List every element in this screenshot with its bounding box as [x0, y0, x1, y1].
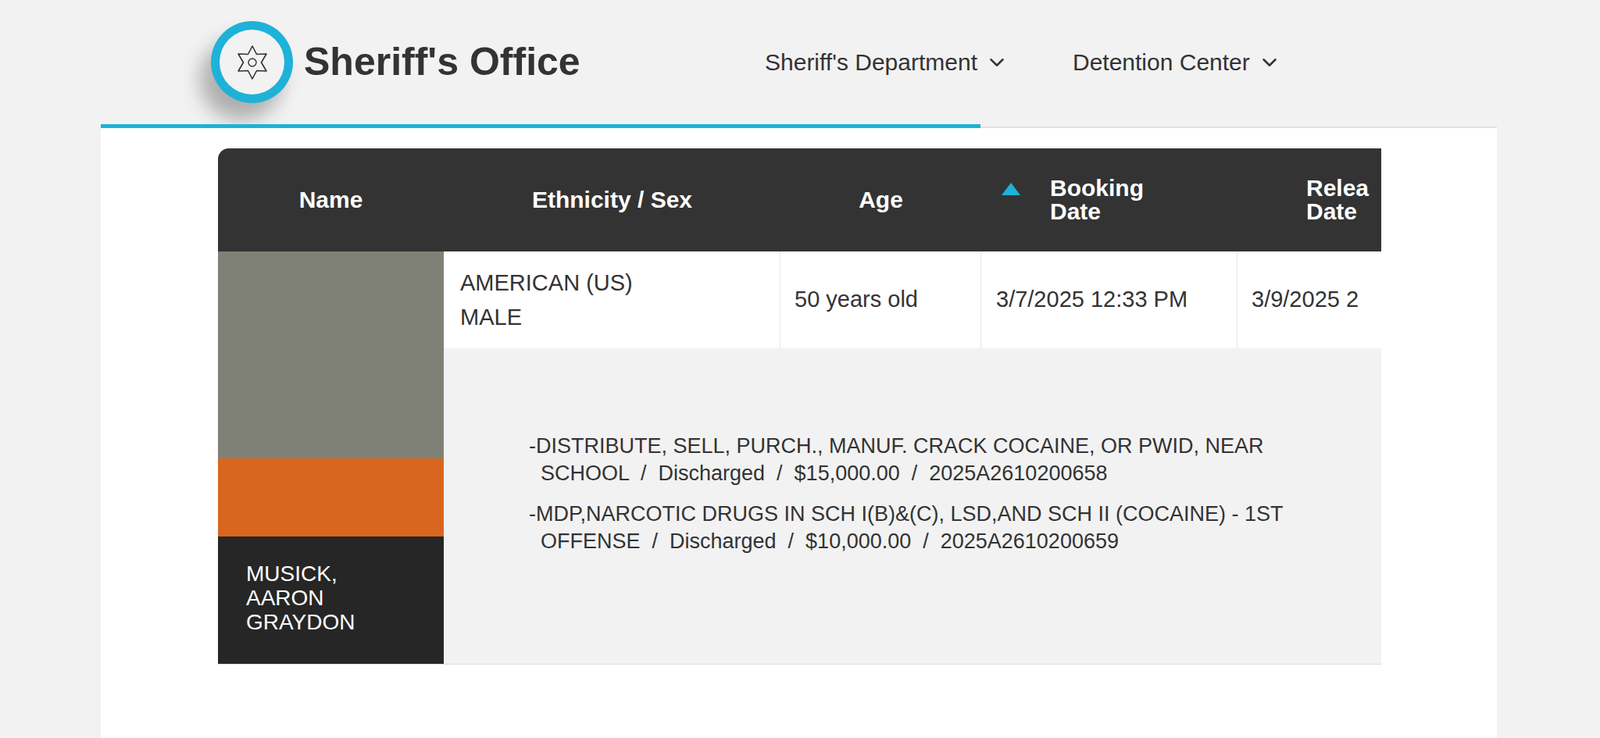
inmate-name: MUSICK, AARON GRAYDON [217, 536, 444, 665]
star-badge-icon [232, 42, 272, 83]
table-header: NameEthnicity / SexAgeBookingDateReleaDa… [217, 148, 1382, 252]
release-date-cell: 3/9/2025 2 [1237, 251, 1382, 349]
inmate-table: NameEthnicity / SexAgeBookingDateReleaDa… [217, 148, 1382, 665]
sort-ascending-icon [1000, 181, 1022, 197]
column-header[interactable]: Age [780, 148, 982, 252]
charge-item: -DISTRIBUTE, SELL, PURCH., MANUF. CRACK … [528, 432, 1382, 488]
ethnicity-sex-cell: AMERICAN (US)MALE [443, 251, 781, 349]
nav-item[interactable]: Detention Center [1072, 44, 1282, 80]
content-area: NameEthnicity / SexAgeBookingDateReleaDa… [100, 128, 1497, 738]
nav-item[interactable]: Sheriff's Department [764, 44, 1009, 80]
column-header[interactable]: BookingDate [981, 148, 1238, 252]
site-header: Sheriff's Office Sheriff's Department Dete… [0, 0, 1600, 125]
chevron-down-icon [1257, 50, 1282, 75]
chevron-down-icon [985, 50, 1009, 75]
site-title[interactable]: Sheriff's Office [303, 39, 581, 84]
page: Sheriff's Office Sheriff's Department Dete… [0, 0, 1600, 738]
sheriff-logo[interactable] [210, 21, 293, 104]
column-header[interactable]: ReleaDate [1237, 148, 1382, 252]
table-row[interactable]: MUSICK, AARON GRAYDON AMERICAN (US)MALE50… [217, 251, 1382, 665]
main-nav: Sheriff's Department Detention Center [764, 44, 1282, 80]
mugshot-photo [217, 251, 444, 537]
booking-date-cell: 3/7/2025 12:33 PM [981, 251, 1238, 349]
age-cell: 50 years old [780, 251, 982, 349]
charge-item: -MDP,NARCOTIC DRUGS IN SCH I(B)&(C), LSD… [528, 500, 1382, 556]
charges-panel: -DISTRIBUTE, SELL, PURCH., MANUF. CRACK … [443, 348, 1382, 665]
column-header[interactable]: Ethnicity / Sex [443, 148, 781, 252]
column-header[interactable]: Name [217, 148, 444, 252]
